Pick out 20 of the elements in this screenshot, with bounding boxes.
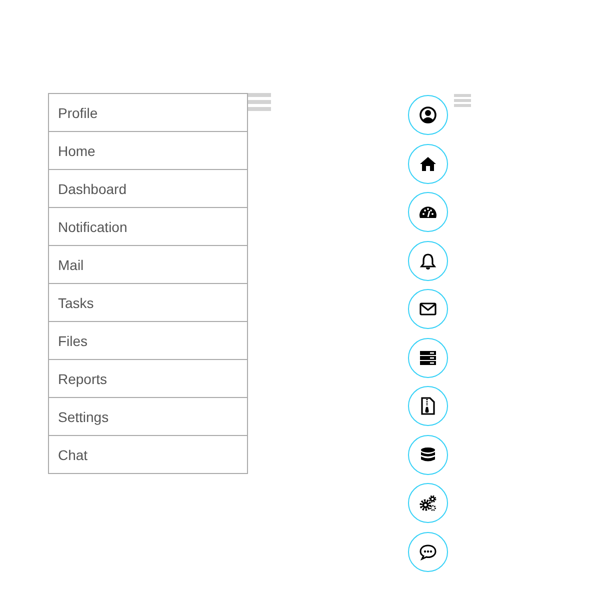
envelope-icon <box>419 300 437 318</box>
gears-icon <box>419 494 437 512</box>
server-icon <box>419 348 437 366</box>
database-icon <box>419 446 437 464</box>
rail-button[interactable] <box>408 192 448 232</box>
bell-icon <box>419 252 437 270</box>
user-icon <box>419 106 437 124</box>
zip-file-icon <box>419 397 437 415</box>
rail-button[interactable] <box>408 95 448 135</box>
rail-button[interactable] <box>408 144 448 184</box>
rail-button[interactable] <box>408 532 448 572</box>
chat-icon <box>419 542 437 560</box>
rail-button[interactable] <box>408 338 448 378</box>
house-icon <box>419 154 437 172</box>
rail-button[interactable] <box>408 240 448 280</box>
gauge-icon <box>419 206 437 218</box>
rail-button[interactable] <box>408 434 448 474</box>
rail-button[interactable] <box>408 386 448 426</box>
rail-button[interactable] <box>408 483 448 523</box>
rail-button[interactable] <box>408 289 448 329</box>
